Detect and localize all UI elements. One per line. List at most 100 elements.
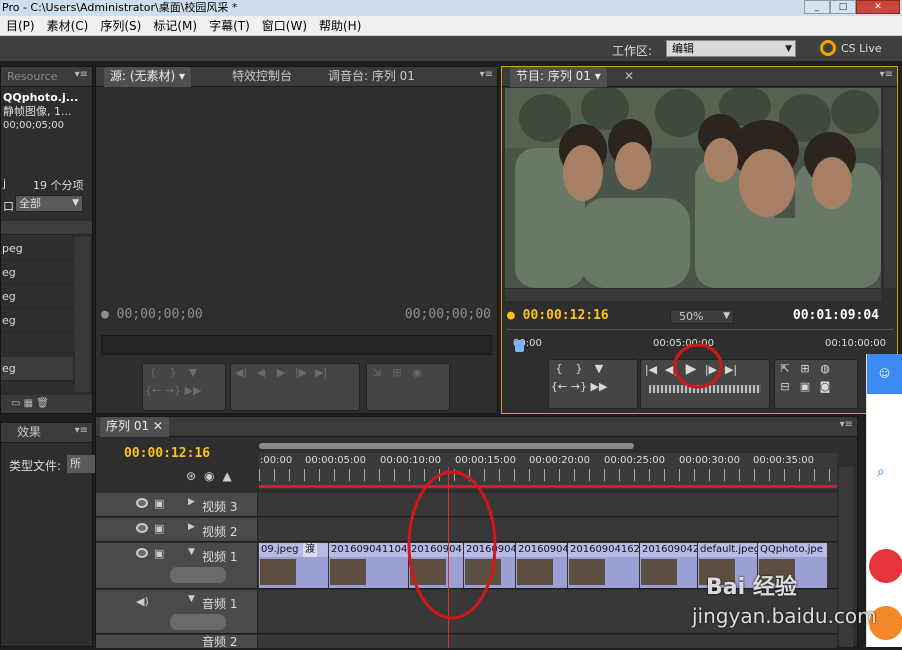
camera-icon[interactable]: ◉: [407, 364, 427, 382]
goto-next-edit-icon[interactable]: ▶|: [721, 361, 741, 379]
program-playhead[interactable]: [514, 340, 524, 352]
step-back-icon[interactable]: ◀|: [231, 364, 251, 382]
maximize-icon[interactable]: □: [830, 0, 856, 14]
expand-icon[interactable]: ▶: [188, 522, 195, 532]
timeline-ruler[interactable]: :00:00 00:00:05:00 00:00:10:00 00:00:15:…: [259, 453, 837, 489]
mark-in-icon[interactable]: {: [549, 360, 569, 378]
menu-help[interactable]: 帮助(H): [313, 17, 367, 34]
panel-menu-icon[interactable]: ▾≡: [880, 69, 893, 80]
goto-out-icon[interactable]: →}: [163, 382, 183, 400]
extract-icon[interactable]: ⊞: [795, 360, 815, 378]
project-filter-value: 全部: [19, 197, 41, 210]
tab-effects[interactable]: 效果: [11, 423, 47, 443]
play-in-out-icon[interactable]: ▶▶: [589, 378, 609, 396]
close-icon[interactable]: ✕: [856, 0, 900, 14]
list-item[interactable]: eg: [1, 261, 73, 285]
clip-transition-label[interactable]: 渡: [303, 543, 317, 557]
goto-out-icon[interactable]: →}: [569, 378, 589, 396]
keyframe-nav[interactable]: [170, 567, 226, 583]
output-icon[interactable]: ◍: [815, 360, 835, 378]
lift-icon[interactable]: ⇱: [775, 360, 795, 378]
work-area-bar[interactable]: [259, 485, 837, 488]
filmstrip-icon[interactable]: ▣: [154, 522, 164, 535]
list-item[interactable]: eg: [1, 309, 73, 333]
effects-type-select[interactable]: 所: [67, 455, 97, 473]
workspace-select[interactable]: 编辑 ▼: [666, 40, 796, 57]
timeline-tool-icons[interactable]: ⊛◉▲: [186, 469, 240, 483]
goto-in-icon[interactable]: {←: [549, 378, 569, 396]
timeline-zoom-bar[interactable]: [259, 443, 634, 449]
mark-out-icon[interactable]: }: [569, 360, 589, 378]
menu-project[interactable]: 目(P): [0, 17, 41, 34]
search-icon[interactable]: ⌕: [877, 464, 885, 480]
minimize-icon[interactable]: _: [804, 0, 830, 14]
overwrite-icon[interactable]: ⊞: [387, 364, 407, 382]
source-scrubber[interactable]: [101, 335, 492, 355]
panel-menu-icon[interactable]: ▾≡: [75, 425, 88, 436]
goto-in-icon[interactable]: {←: [143, 382, 163, 400]
program-vscrollbar[interactable]: [884, 88, 896, 288]
filmstrip-icon[interactable]: ▣: [154, 547, 164, 560]
tab-audio-mixer[interactable]: 调音台: 序列 01: [322, 67, 421, 87]
goto-previous-edit-icon[interactable]: |◀: [641, 361, 661, 379]
filmstrip-icon[interactable]: ▣: [154, 497, 164, 510]
chevron-down-icon: ▼: [72, 198, 79, 208]
project-list: peg eg eg eg eg: [1, 237, 73, 381]
tab-effect-controls[interactable]: 特效控制台: [226, 67, 298, 87]
tab-program[interactable]: 节目: 序列 01 ▾: [510, 67, 607, 87]
project-filter-select[interactable]: 全部 ▼: [15, 195, 83, 212]
program-zoom-select[interactable]: 50% ▼: [670, 309, 734, 324]
eye-icon[interactable]: [136, 523, 148, 533]
list-item[interactable]: eg: [1, 357, 73, 381]
eye-icon[interactable]: [136, 498, 148, 508]
app-icon[interactable]: [869, 549, 902, 583]
program-hscrollbar[interactable]: [505, 289, 881, 301]
expand-icon[interactable]: ▶: [188, 497, 195, 507]
window-controls: _ □ ✕: [804, 0, 900, 14]
marker-icon[interactable]: ▼: [589, 360, 609, 378]
tab-sequence[interactable]: 序列 01 ✕: [100, 417, 169, 437]
expand-icon[interactable]: ▼: [188, 594, 195, 604]
menu-window[interactable]: 窗口(W): [256, 17, 313, 34]
mark-in-icon[interactable]: {: [143, 364, 163, 382]
tab-source[interactable]: 源: (无素材) ▾: [104, 67, 192, 87]
next-edit-icon[interactable]: ▶|: [311, 364, 331, 382]
panel-menu-icon[interactable]: ▾≡: [75, 69, 88, 80]
qq-icon[interactable]: ☺: [867, 354, 902, 394]
menu-clip[interactable]: 素材(C): [41, 17, 95, 34]
camera-icon[interactable]: ◙: [815, 378, 835, 396]
timeline-clip[interactable]: 09.jpeg: [259, 543, 329, 588]
program-edit-buttons: ⇱ ⊞ ◍ ⊟ ▣ ◙: [774, 359, 858, 409]
expand-icon[interactable]: ▼: [188, 547, 195, 557]
watermark-url: jingyan.baidu.com: [692, 604, 877, 628]
keyframe-nav[interactable]: [170, 614, 226, 630]
timeline-clip[interactable]: 201609042: [640, 543, 698, 588]
menu-marker[interactable]: 标记(M): [147, 17, 203, 34]
step-forward-icon[interactable]: |▶: [291, 364, 311, 382]
clip-name: 09.jpeg: [259, 543, 328, 557]
panel-menu-icon[interactable]: ▾≡: [480, 69, 493, 80]
mark-out-icon[interactable]: }: [163, 364, 183, 382]
speaker-icon[interactable]: ◀): [136, 595, 149, 608]
tab-program-close-icon[interactable]: ✕: [618, 67, 640, 87]
bin-icon[interactable]: ▭ ▦ 🗑: [11, 398, 49, 409]
menu-title[interactable]: 字幕(T): [203, 17, 256, 34]
trim-icon[interactable]: ⊟: [775, 378, 795, 396]
play-in-out-icon[interactable]: ▶▶: [183, 382, 203, 400]
menu-sequence[interactable]: 序列(S): [94, 17, 147, 34]
rewind-icon[interactable]: ◀: [251, 364, 271, 382]
timeline-clip[interactable]: 20160904162: [568, 543, 640, 588]
panel-menu-icon[interactable]: ▾≡: [840, 419, 853, 430]
timeline-clip[interactable]: 20160904110433: [329, 543, 409, 588]
tab-resource[interactable]: Resource: [1, 67, 63, 87]
timeline-clip[interactable]: 20160904: [516, 543, 568, 588]
play-icon[interactable]: ▶: [271, 364, 291, 382]
marker-icon[interactable]: ▼: [183, 364, 203, 382]
insert-icon[interactable]: ⇲: [367, 364, 387, 382]
eye-icon[interactable]: [136, 548, 148, 558]
project-scrollbar[interactable]: [75, 237, 90, 392]
list-item[interactable]: peg: [1, 237, 73, 261]
cs-live-button[interactable]: CS Live: [820, 40, 882, 56]
list-item[interactable]: eg: [1, 285, 73, 309]
multicam-icon[interactable]: ▣: [795, 378, 815, 396]
